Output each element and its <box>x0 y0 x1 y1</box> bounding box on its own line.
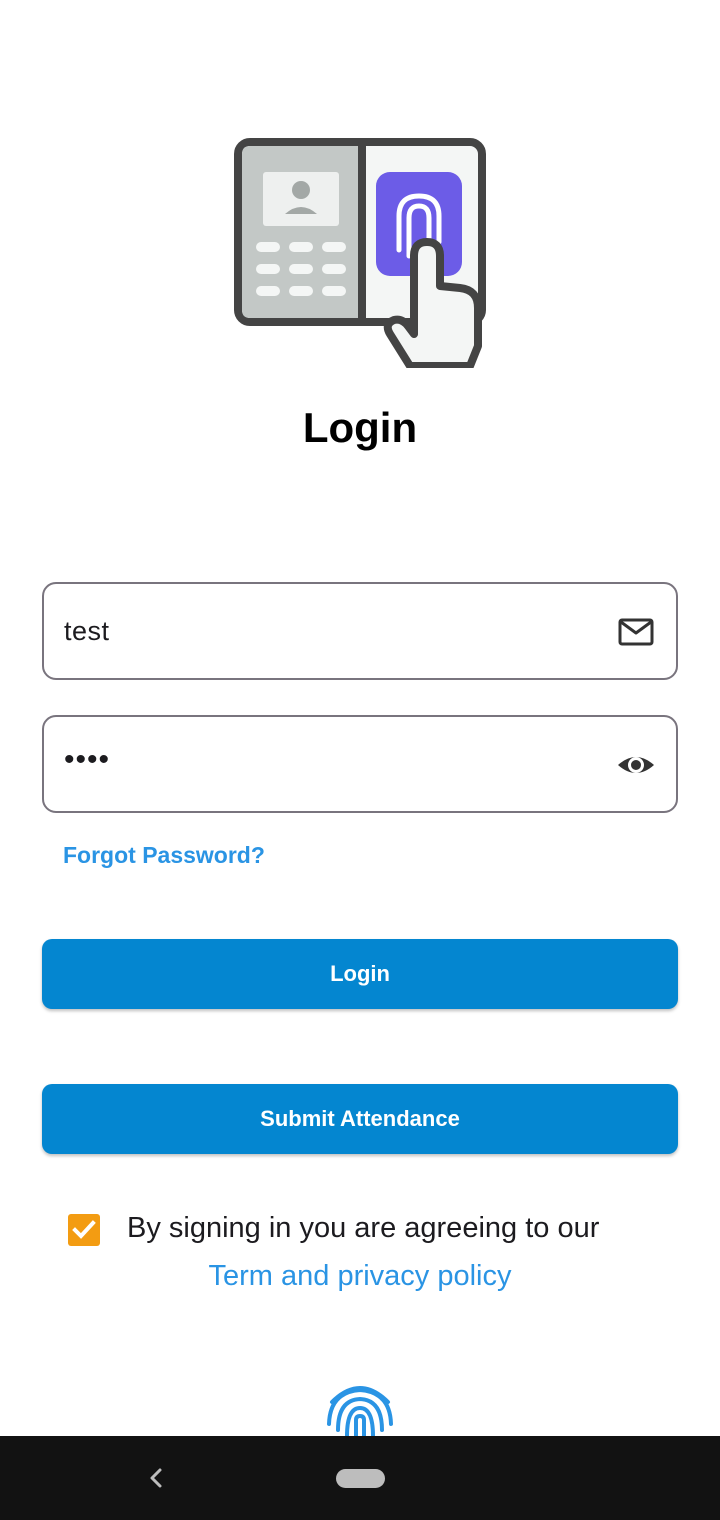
system-navigation-bar <box>0 1436 720 1520</box>
terms-text: By signing in you are agreeing to our <box>127 1212 600 1244</box>
forgot-password-link[interactable]: Forgot Password? <box>63 842 265 869</box>
submit-attendance-button[interactable]: Submit Attendance <box>42 1084 678 1154</box>
password-field[interactable]: •••• <box>42 715 678 813</box>
back-icon[interactable] <box>146 1464 166 1492</box>
terms-checkbox[interactable] <box>68 1214 100 1246</box>
email-field[interactable]: test <box>42 582 678 680</box>
page-title: Login <box>302 404 418 451</box>
checkmark-icon <box>72 1220 96 1239</box>
home-pill[interactable] <box>336 1469 385 1488</box>
email-value: test <box>64 616 110 646</box>
login-button[interactable]: Login <box>42 939 678 1009</box>
privacy-policy-link[interactable]: Term and privacy policy <box>0 1260 720 1293</box>
fingerprint-icon[interactable] <box>324 1380 396 1436</box>
eye-icon[interactable] <box>616 745 656 785</box>
password-value: •••• <box>64 743 111 776</box>
mail-icon <box>618 618 654 646</box>
fingerprint-terminal-illustration <box>234 138 486 368</box>
